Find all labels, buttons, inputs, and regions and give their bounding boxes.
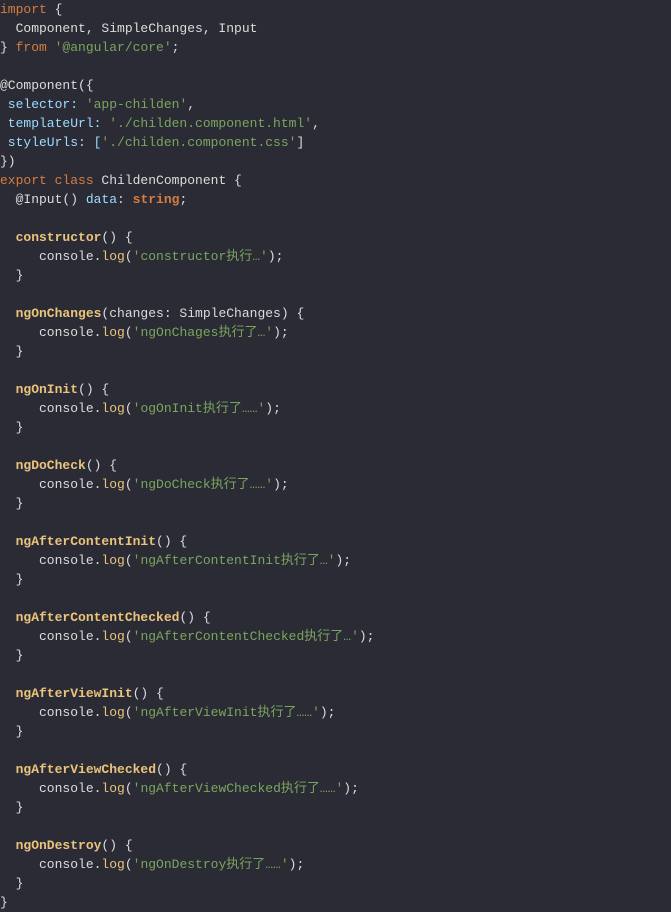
brace-close: } [0, 876, 23, 891]
paren: ( [125, 857, 133, 872]
comma: , [312, 116, 320, 131]
paren-close: ); [343, 781, 359, 796]
log-msg: 'ngAfterViewInit执行了……' [133, 705, 320, 720]
selector-key: selector: [0, 97, 86, 112]
paren-close: ); [335, 553, 351, 568]
fn-ngondestroy: ngOnDestroy [0, 838, 101, 853]
kw-import: import [0, 2, 47, 17]
console: console. [0, 781, 101, 796]
fn-ngaftercontentinit: ngAfterContentInit [0, 534, 156, 549]
paren-close: ); [320, 705, 336, 720]
colon: : [117, 192, 133, 207]
console: console. [0, 857, 101, 872]
log-msg: 'ngOnChages执行了…' [133, 325, 273, 340]
input-decorator: @Input() [0, 192, 86, 207]
params: (changes: SimpleChanges) { [101, 306, 304, 321]
paren-brace: () { [179, 610, 210, 625]
module-path: '@angular/core' [47, 40, 172, 55]
paren-close: ); [359, 629, 375, 644]
paren: ( [125, 705, 133, 720]
fn-log: log [101, 705, 124, 720]
log-msg: 'ngOnDestroy执行了……' [133, 857, 289, 872]
comma: , [187, 97, 195, 112]
fn-log: log [101, 325, 124, 340]
console: console. [0, 477, 101, 492]
fn-log: log [101, 781, 124, 796]
decorator-close: }) [0, 154, 16, 169]
fn-ngafterviewchecked: ngAfterViewChecked [0, 762, 156, 777]
semi: ; [172, 40, 180, 55]
fn-log: log [101, 249, 124, 264]
prop-data: data [86, 192, 117, 207]
log-msg: 'ngAfterContentChecked执行了…' [133, 629, 359, 644]
fn-constructor: constructor [0, 230, 101, 245]
templateurl-key: templateUrl: [0, 116, 109, 131]
paren-close: ); [273, 477, 289, 492]
brace-close: } [0, 344, 23, 359]
paren: ( [125, 477, 133, 492]
bracket: ] [296, 135, 304, 150]
paren: ( [125, 249, 133, 264]
fn-ngdocheck: ngDoCheck [0, 458, 86, 473]
fn-log: log [101, 857, 124, 872]
fn-log: log [101, 629, 124, 644]
log-msg: 'ngDoCheck执行了……' [133, 477, 273, 492]
paren: ( [125, 553, 133, 568]
type-string: string [133, 192, 180, 207]
semi: ; [179, 192, 187, 207]
templateurl-val: './childen.component.html' [109, 116, 312, 131]
paren-brace: () { [78, 382, 109, 397]
brace-close: } [0, 724, 23, 739]
brace-close: } [0, 648, 23, 663]
brace-close: } [0, 496, 23, 511]
brace: { [47, 2, 63, 17]
kw-export-class: export class [0, 173, 94, 188]
decorator: @Component({ [0, 78, 94, 93]
log-msg: 'ngAfterViewChecked执行了……' [133, 781, 344, 796]
selector-val: 'app-childen' [86, 97, 187, 112]
console: console. [0, 705, 101, 720]
class-close: } [0, 895, 8, 910]
paren-brace: () { [86, 458, 117, 473]
styleurls-key: styleUrls: [ [0, 135, 101, 150]
console: console. [0, 553, 101, 568]
code-editor[interactable]: import { Component, SimpleChanges, Input… [0, 0, 671, 912]
console: console. [0, 249, 101, 264]
fn-log: log [101, 553, 124, 568]
fn-log: log [101, 477, 124, 492]
paren-brace: () { [101, 230, 132, 245]
log-msg: 'constructor执行…' [133, 249, 268, 264]
paren: ( [125, 629, 133, 644]
kw-from: from [16, 40, 47, 55]
paren-brace: () { [156, 534, 187, 549]
paren-brace: () { [156, 762, 187, 777]
paren-brace: () { [101, 838, 132, 853]
console: console. [0, 629, 101, 644]
brace-close: } [0, 800, 23, 815]
brace-close: } [0, 572, 23, 587]
fn-log: log [101, 401, 124, 416]
log-msg: 'ngAfterContentInit执行了…' [133, 553, 336, 568]
brace-close: } [0, 420, 23, 435]
paren-brace: () { [133, 686, 164, 701]
paren: ( [125, 401, 133, 416]
console: console. [0, 325, 101, 340]
console: console. [0, 401, 101, 416]
fn-ngonchanges: ngOnChanges [0, 306, 101, 321]
imports-list: Component, SimpleChanges, Input [0, 21, 257, 36]
log-msg: 'ogOnInit执行了……' [133, 401, 266, 416]
fn-ngaftercontentchecked: ngAfterContentChecked [0, 610, 179, 625]
paren-close: ); [265, 401, 281, 416]
fn-ngoninit: ngOnInit [0, 382, 78, 397]
brace-close: } [0, 40, 16, 55]
paren: ( [125, 781, 133, 796]
paren-close: ); [289, 857, 305, 872]
styleurls-val: './childen.component.css' [101, 135, 296, 150]
brace-close: } [0, 268, 23, 283]
paren: ( [125, 325, 133, 340]
paren-close: ); [268, 249, 284, 264]
paren-close: ); [273, 325, 289, 340]
fn-ngafterviewinit: ngAfterViewInit [0, 686, 133, 701]
class-name: ChildenComponent { [94, 173, 242, 188]
